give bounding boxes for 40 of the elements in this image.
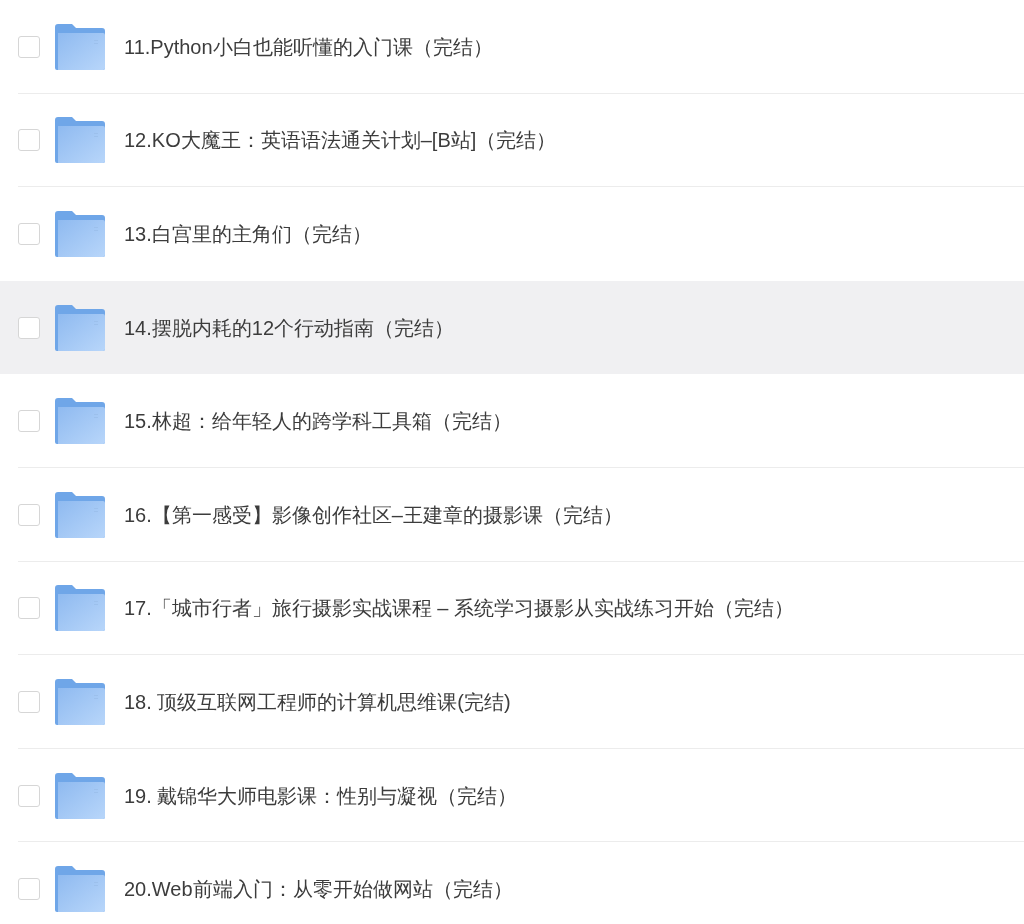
checkbox[interactable] [18, 129, 40, 152]
list-row[interactable]: 15.林超：给年轻人的跨学科工具箱（完结） [0, 374, 1024, 468]
folder-icon [55, 304, 105, 351]
checkbox[interactable] [18, 784, 40, 807]
list-row[interactable]: 14.摆脱内耗的12个行动指南（完结） [0, 280, 1024, 375]
checkbox[interactable] [18, 35, 40, 58]
folder-name[interactable]: 15.林超：给年轻人的跨学科工具箱（完结） [124, 406, 512, 437]
folder-icon [55, 772, 105, 819]
folder-name[interactable]: 14.摆脱内耗的12个行动指南（完结） [124, 312, 455, 343]
folder-icon [55, 678, 105, 725]
list-row[interactable]: 18. 顶级互联网工程师的计算机思维课(完结) [0, 655, 1024, 749]
list-row[interactable]: 17.「城市行者」旅行摄影实战课程 – 系统学习摄影从实战练习开始（完结） [0, 561, 1024, 656]
folder-name[interactable]: 13.白宫里的主角们（完结） [124, 219, 372, 249]
list-row[interactable]: 12.KO大魔王：英语语法通关计划–[B站]（完结） [0, 93, 1024, 188]
folder-name[interactable]: 19. 戴锦华大师电影课：性别与凝视（完结） [124, 780, 518, 811]
list-row[interactable]: 19. 戴锦华大师电影课：性别与凝视（完结） [0, 748, 1024, 843]
list-row[interactable]: 16.【第一感受】影像创作社区–王建章的摄影课（完结） [0, 467, 1024, 562]
folder-name[interactable]: 17.「城市行者」旅行摄影实战课程 – 系统学习摄影从实战练习开始（完结） [124, 593, 795, 624]
folder-name[interactable]: 11.Python小白也能听懂的入门课（完结） [124, 31, 493, 62]
folder-icon [55, 398, 105, 445]
folder-icon [55, 866, 105, 913]
checkbox[interactable] [18, 410, 40, 433]
folder-name[interactable]: 16.【第一感受】影像创作社区–王建章的摄影课（完结） [124, 499, 623, 530]
folder-icon [55, 211, 105, 257]
folder-name[interactable]: 18. 顶级互联网工程师的计算机思维课(完结) [124, 686, 511, 717]
checkbox[interactable] [18, 316, 40, 339]
folder-icon [55, 117, 105, 164]
checkbox[interactable] [18, 878, 40, 901]
folder-icon [55, 491, 105, 538]
list-row[interactable]: 20.Web前端入门：从零开始做网站（完结） [0, 842, 1024, 924]
list-row[interactable]: 13.白宫里的主角们（完结） [0, 187, 1024, 281]
folder-icon [55, 23, 105, 70]
folder-name[interactable]: 20.Web前端入门：从零开始做网站（完结） [124, 874, 513, 905]
checkbox[interactable] [18, 223, 40, 245]
folder-icon [55, 585, 105, 632]
folder-name[interactable]: 12.KO大魔王：英语语法通关计划–[B站]（完结） [124, 125, 557, 156]
checkbox[interactable] [18, 690, 40, 713]
checkbox[interactable] [18, 503, 40, 526]
list-row[interactable]: 11.Python小白也能听懂的入门课（完结） [0, 0, 1024, 94]
checkbox[interactable] [18, 597, 40, 620]
